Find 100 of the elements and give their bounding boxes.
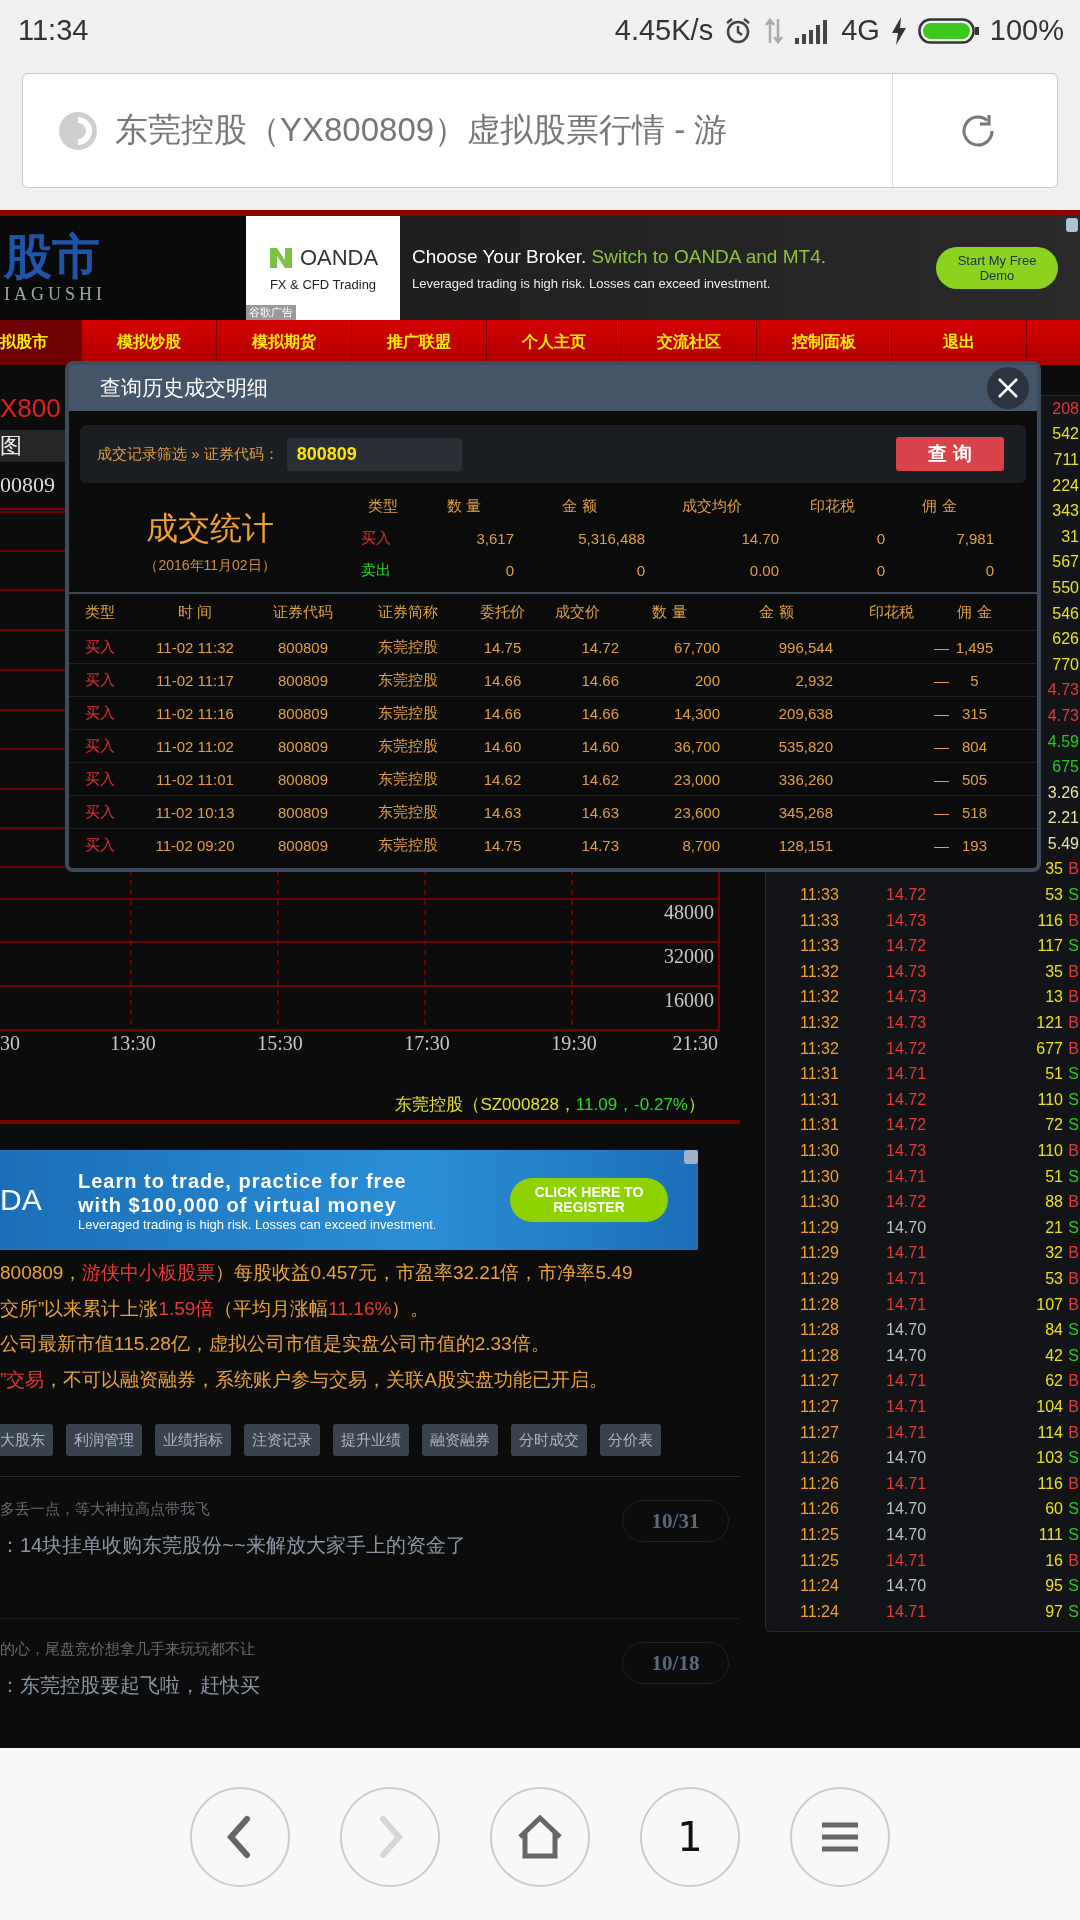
trade-price: 14.72 [886, 886, 928, 905]
security-code-input[interactable]: 800809 [286, 437, 462, 471]
start-demo-button[interactable]: Start My Free Demo [936, 247, 1058, 289]
trade-time: 11-02 11:01 [155, 770, 235, 788]
quote-value: 546 [1052, 604, 1079, 623]
ad-headline: Choose Your Broker. Switch to OANDA and MT4. [412, 245, 826, 268]
trade-price: 14.72 [886, 1090, 928, 1109]
clock: 11:34 [18, 14, 89, 47]
trade-side: S [1067, 886, 1079, 905]
order-price: 14.66 [482, 704, 523, 722]
quote-value: 626 [1052, 630, 1079, 649]
summary-value: 0.00 [748, 561, 779, 579]
ad-disclaimer: Leveraged trading is high risk. Losses can exceed investment. [412, 275, 772, 291]
quote-value: 343 [1052, 502, 1079, 521]
axis-label: 48000 [664, 901, 714, 923]
back-button[interactable] [190, 1787, 290, 1887]
trade-time: 11:30 [800, 1167, 840, 1186]
trade-price: 14.71 [886, 1372, 928, 1391]
home-button[interactable] [490, 1787, 590, 1887]
function-button[interactable]: 注资记录 [244, 1424, 320, 1456]
trade-side: S [1067, 1449, 1079, 1468]
quantity: 14,300 [673, 704, 720, 722]
commission: 505 [961, 770, 988, 788]
function-button[interactable]: 提升业绩 [333, 1424, 409, 1456]
trade-time: 11:29 [800, 1244, 840, 1263]
chart-tab[interactable]: 图 [0, 431, 22, 461]
stock-description-line: 800809，游侠中小板股票）每股收益0.457元，市盈率32.21倍，市净率5.49 [0, 1261, 634, 1285]
trade-time: 11:27 [800, 1372, 840, 1391]
quote-value: 4.59 [1047, 732, 1079, 751]
stock-code: 00809 [0, 472, 55, 498]
trade-time: 11:32 [800, 1039, 840, 1058]
deal-price: 14.72 [580, 638, 619, 656]
brand-tagline: FX & CFD Trading [269, 276, 377, 292]
function-button[interactable]: 分价表 [600, 1424, 661, 1456]
trade-volume: 103 [1036, 1449, 1063, 1468]
trade-price: 14.70 [886, 1346, 928, 1365]
trade-price: 14.71 [886, 1423, 928, 1442]
trade-time: 11:24 [800, 1602, 840, 1621]
summary-value: 0 [875, 529, 885, 547]
commission: 315 [961, 704, 988, 722]
broker-ad-banner[interactable]: OANDA FX & CFD Trading 谷歌广告 Choose Your Broker. Switch to OANDA and MT4. Leveraged trading is high risk. Losses can exceed investment. Start My Free Demo [246, 216, 1080, 320]
order-price: 14.62 [482, 770, 523, 788]
trade-price: 14.71 [886, 1602, 928, 1621]
summary-value: 0 [504, 561, 514, 579]
trade-price: 14.70 [886, 1500, 928, 1519]
quote-value: 4.73 [1047, 681, 1079, 700]
trade-price: 14.71 [886, 1167, 928, 1186]
function-button[interactable]: 业绩指标 [155, 1424, 231, 1456]
security-code: 800809 [276, 770, 330, 788]
quote-value: 4.73 [1047, 706, 1079, 725]
comment-reply[interactable]: ：东莞控股要起飞啦，赶快买 [0, 1667, 260, 1703]
column-header: 证券代码 [272, 602, 334, 622]
axis-label: 16000 [664, 989, 714, 1011]
security-name: 东莞控股 [377, 637, 439, 657]
quote-value: 208 [1052, 399, 1079, 418]
stamp-tax: — [933, 737, 949, 755]
comment-preview[interactable]: 多丢一点，等大神拉高点带我飞 [0, 1495, 466, 1523]
column-header: 金 额 [561, 496, 598, 516]
comment-reply[interactable]: ：14块挂单收购东莞股份~~来解放大家手上的资金了 [0, 1527, 466, 1563]
related-stock-quote: 东莞控股（SZ000828，11.09，-0.27%） [395, 1095, 705, 1114]
close-button[interactable] [987, 367, 1029, 409]
function-button[interactable]: 分时成交 [511, 1424, 587, 1456]
trade-side: B [1067, 1551, 1079, 1570]
function-button[interactable]: 大股东 [0, 1424, 53, 1456]
quantity: 23,000 [673, 770, 720, 788]
order-price: 14.60 [482, 737, 523, 755]
trade-price: 14.71 [886, 1065, 928, 1084]
comment-preview[interactable]: 的心，尾盘竞价想拿几手来玩玩都不让 [0, 1635, 260, 1663]
trade-time: 11:24 [800, 1577, 840, 1596]
trade-volume: 116 [1037, 911, 1063, 930]
trade-time: 11:25 [800, 1551, 840, 1570]
site-icon [58, 110, 98, 151]
charging-icon [889, 15, 908, 46]
amount: 336,260 [777, 770, 833, 788]
menu-button[interactable] [790, 1787, 890, 1887]
trade-type: 卖出 [360, 560, 392, 580]
address-bar[interactable]: 东莞控股（YX800809）虚拟股票行情 - 游 [22, 73, 1058, 188]
axis-label: 13:30 [110, 1032, 156, 1054]
query-button[interactable]: 查 询 [896, 437, 1004, 471]
brand-name: OANDA [299, 244, 379, 271]
trade-price: 14.70 [886, 1218, 928, 1237]
function-button[interactable]: 融资融券 [422, 1424, 498, 1456]
amount: 535,820 [777, 737, 833, 755]
trade-side: B [1067, 1014, 1079, 1033]
trade-price: 14.71 [886, 1295, 928, 1314]
trade-side: B [1067, 1397, 1079, 1416]
trade-time: 11:31 [800, 1116, 840, 1135]
trade-price: 14.72 [886, 937, 928, 956]
trade-side: S [1067, 1090, 1079, 1109]
function-button[interactable]: 利润管理 [66, 1424, 142, 1456]
trade-side: B [1067, 1270, 1079, 1288]
column-header: 印花税 [808, 496, 856, 516]
stock-description-line: 公司最新市值115.28亿，虚拟公司市值是实盘公司市值的2.33倍。 [0, 1332, 551, 1356]
menu-icon [820, 1821, 860, 1853]
trade-side: B [1067, 988, 1079, 1007]
ad-label: 谷歌广告 [246, 305, 296, 320]
tabs-button[interactable]: 1 [640, 1787, 740, 1887]
trade-volume: 51 [1045, 1065, 1063, 1084]
trade-price: 14.73 [886, 962, 928, 981]
nav-tab[interactable]: 拟股市 [0, 320, 82, 365]
